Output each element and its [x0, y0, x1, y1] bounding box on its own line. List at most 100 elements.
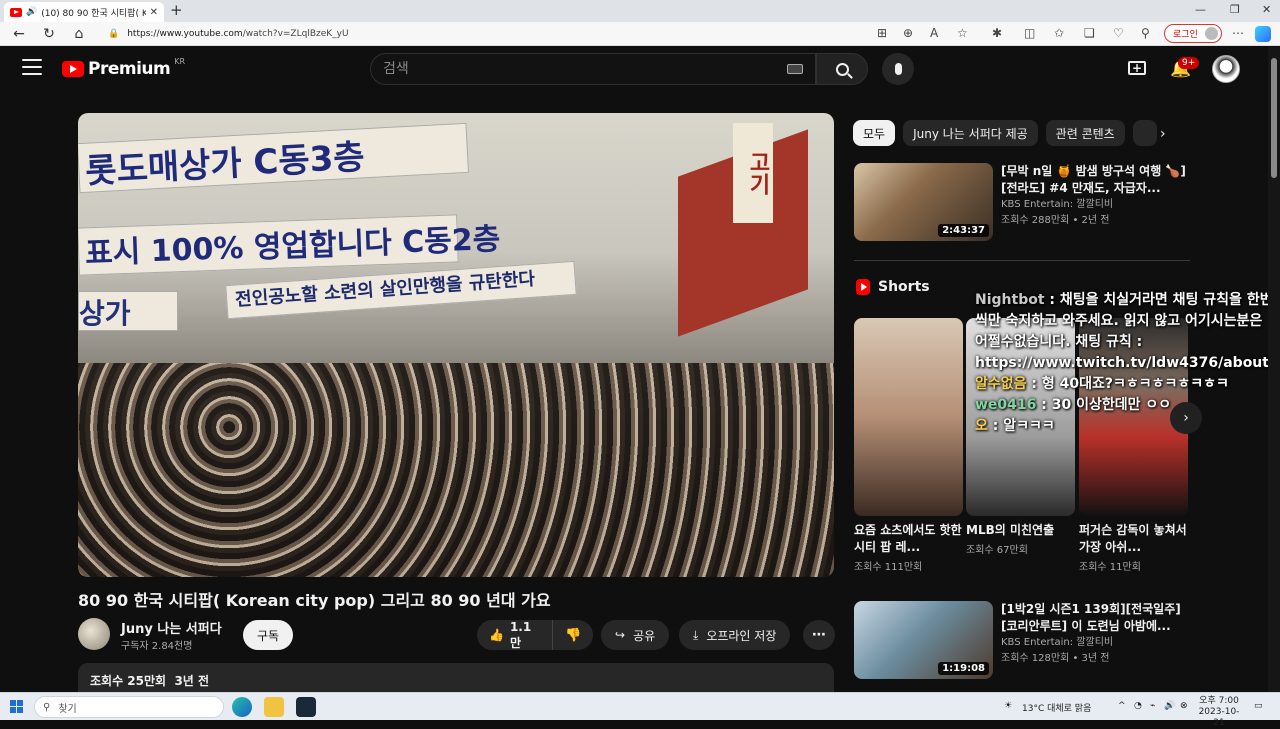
browser-essentials-icon[interactable]: ♡	[1113, 26, 1124, 40]
chip-related[interactable]: 관련 콘텐츠	[1045, 120, 1125, 146]
like-button[interactable]: 👍 1.1만	[477, 620, 554, 650]
chip-channel[interactable]: Juny 나는 서퍼다 제공	[903, 120, 1038, 146]
copilot-icon[interactable]	[1255, 26, 1271, 42]
channel-name[interactable]: Juny 나는 서퍼다	[121, 618, 222, 637]
tray-app-icon[interactable]: ◔	[1134, 701, 1142, 711]
shorts-item[interactable]: 요즘 쇼츠에서도 핫한 시티 팝 레... 조회수 111만회	[854, 318, 963, 573]
speaker-icon[interactable]: 🔊	[26, 7, 37, 17]
favorite-star-icon[interactable]: ☆	[957, 26, 968, 40]
channel-avatar[interactable]	[78, 618, 110, 650]
tab-close-icon[interactable]: ✕	[150, 7, 158, 18]
search-icon: ⚲	[43, 701, 51, 713]
recommendation-channel: KBS Entertain: 깔깔티비	[1001, 637, 1114, 648]
shorts-label: Shorts	[878, 279, 930, 295]
shorts-title[interactable]: MLB의 미친연출	[966, 522, 1075, 539]
close-window-icon[interactable]: ✕	[1262, 3, 1271, 16]
close-circle-icon[interactable]: ⊗	[1180, 701, 1188, 711]
thumbs-down-icon: 👎	[564, 627, 582, 643]
video-frame-red-sign: 고기	[733, 123, 773, 223]
recommendation-thumbnail[interactable]: 1:19:08	[854, 601, 993, 679]
extensions-icon[interactable]: ✱	[992, 26, 1002, 40]
chat-overlay: Nightbot : 채팅을 치실거라면 채팅 규칙을 한번씩만 숙지하고 와주…	[975, 290, 1275, 437]
download-label: 오프라인 저장	[706, 628, 777, 643]
performance-icon[interactable]: ⚲	[1141, 26, 1150, 40]
file-explorer-icon[interactable]	[264, 697, 284, 717]
browser-tab-youtube[interactable]: 🔊 (10) 80 90 한국 시티팝( Korean city pop) 그리…	[4, 2, 164, 22]
video-frame-sign-3: 전인공노할 소련의 살인만행을 규탄한다	[225, 260, 577, 320]
weather-icon[interactable]: ☀	[1004, 701, 1012, 711]
split-screen-icon[interactable]: ◫	[1024, 26, 1035, 40]
recommendation-item[interactable]: 2:43:37 [무박 n일 🍯 밤샘 방구석 여행 🍗][전라도] #4 만재…	[854, 163, 1190, 241]
recommendation-thumbnail[interactable]: 2:43:37	[854, 163, 993, 241]
recommendation-channel: KBS Entertain: 깔깔티비	[1001, 199, 1114, 210]
taskbar-search[interactable]: ⚲ 찾기	[34, 696, 224, 718]
shorts-heading: Shorts	[856, 279, 930, 295]
chip-all[interactable]: 모두	[853, 120, 896, 146]
new-tab-button[interactable]: +	[170, 1, 183, 19]
shorts-views: 조회수 67만회	[966, 545, 1028, 556]
recommendation-title[interactable]: [무박 n일 🍯 밤샘 방구석 여행 🍗][전라도] #4 만재도, 자급자..…	[1001, 163, 1190, 197]
search-button[interactable]	[816, 53, 868, 85]
url-host: https://www.youtube.com	[127, 29, 243, 39]
youtube-premium-logo[interactable]: Premium KR	[62, 57, 185, 79]
chevron-right-icon[interactable]: ›	[1160, 126, 1166, 142]
recommendation-item[interactable]: 1:19:08 [1박2일 시즌1 139회][전국일주][코리안루트] 이 도…	[854, 601, 1190, 679]
video-duration: 2:43:37	[938, 224, 989, 237]
youtube-favicon-icon	[10, 7, 22, 17]
edge-browser-icon[interactable]	[232, 697, 252, 717]
lock-icon: 🔒	[108, 29, 120, 39]
shorts-title[interactable]: 퍼거슨 감독이 놓쳐서 가장 아쉬...	[1079, 522, 1188, 556]
video-title: 80 90 한국 시티팝( Korean city pop) 그리고 80 90…	[78, 591, 551, 610]
windows-start-icon[interactable]	[10, 700, 23, 713]
search-icon	[835, 62, 849, 76]
windows-taskbar: ⚲ 찾기 ☀ 13°C 대체로 맑음 ^ ◔ ⌁ 🔊 ⊗ 오후 7:00 202…	[0, 692, 1280, 728]
reload-icon[interactable]: ↻	[34, 26, 64, 42]
account-avatar[interactable]	[1212, 55, 1240, 83]
recommendation-stats: 조회수 128만회 • 3년 전	[1001, 653, 1110, 664]
steam-icon[interactable]	[296, 697, 316, 717]
youtube-logo-icon	[62, 61, 84, 77]
voice-search-button[interactable]	[882, 53, 914, 85]
profile-login-button[interactable]: 로그인	[1164, 24, 1222, 43]
address-bar[interactable]: 🔒 https://www.youtube.com/watch?v=ZLqlBz…	[100, 25, 860, 43]
guide-menu-icon[interactable]	[22, 59, 42, 75]
collections-icon[interactable]: ❏	[1084, 26, 1095, 40]
shorts-thumbnail[interactable]	[854, 318, 963, 516]
favorites-icon[interactable]: ✩	[1054, 26, 1064, 40]
shorts-title[interactable]: 요즘 쇼츠에서도 핫한 시티 팝 레...	[854, 522, 963, 556]
description-box[interactable]: 조회수 25만회 3년 전	[78, 663, 834, 692]
chat-message: 알수없음 : 형 40대죠?ㅋㅎㅋㅎㅋㅎㅋㅎㅋ	[975, 376, 1229, 392]
video-player[interactable]: 고기 롯도매상가 C동3층 표시 100% 영업합니다 C동2층 상가 전인공노…	[78, 113, 834, 577]
back-arrow-icon[interactable]: ←	[4, 26, 34, 42]
minimize-window-icon[interactable]: —	[1195, 3, 1206, 16]
zoom-icon[interactable]: ⊕	[903, 26, 913, 40]
page-scrollbar-thumb[interactable]	[1271, 58, 1277, 178]
search-input[interactable]	[383, 61, 787, 77]
recommendation-stats: 조회수 288만회 • 2년 전	[1001, 215, 1110, 226]
weather-text[interactable]: 13°C 대체로 맑음	[1022, 701, 1091, 714]
view-count: 조회수 25만회	[90, 674, 167, 688]
recommendation-title[interactable]: [1박2일 시즌1 139회][전국일주][코리안루트] 이 도련님 아밤에..…	[1001, 601, 1190, 635]
virtual-keyboard-icon[interactable]	[787, 64, 803, 74]
maximize-window-icon[interactable]: ❐	[1230, 3, 1240, 16]
tray-overflow-icon[interactable]: ^	[1118, 701, 1126, 711]
video-duration: 1:19:08	[938, 662, 989, 675]
taskbar-clock[interactable]: 오후 7:00 2023-10-21	[1194, 696, 1244, 729]
volume-icon[interactable]: 🔊	[1164, 701, 1175, 711]
download-button[interactable]: ⤓ 오프라인 저장	[679, 620, 791, 650]
settings-more-icon[interactable]: ⋯	[1232, 26, 1244, 40]
dislike-button[interactable]: 👎	[553, 620, 593, 650]
like-dislike-group: 👍 1.1만 👎	[477, 620, 593, 650]
read-aloud-icon[interactable]: A	[930, 26, 938, 40]
home-icon[interactable]: ⌂	[64, 26, 94, 42]
app-available-icon[interactable]: ⊞	[877, 26, 887, 40]
network-icon[interactable]: ⌁	[1150, 701, 1155, 711]
subscribe-button[interactable]: 구독	[243, 620, 293, 650]
chip-more[interactable]	[1132, 120, 1157, 146]
subscriber-count: 구독자 2.84천명	[121, 641, 193, 652]
more-actions-button[interactable]: ⋯	[803, 620, 835, 650]
search-box[interactable]	[370, 53, 816, 85]
notification-center-icon[interactable]: ▭	[1254, 701, 1263, 711]
create-video-icon[interactable]: +	[1128, 61, 1146, 75]
share-button[interactable]: ↪ 공유	[601, 620, 670, 650]
